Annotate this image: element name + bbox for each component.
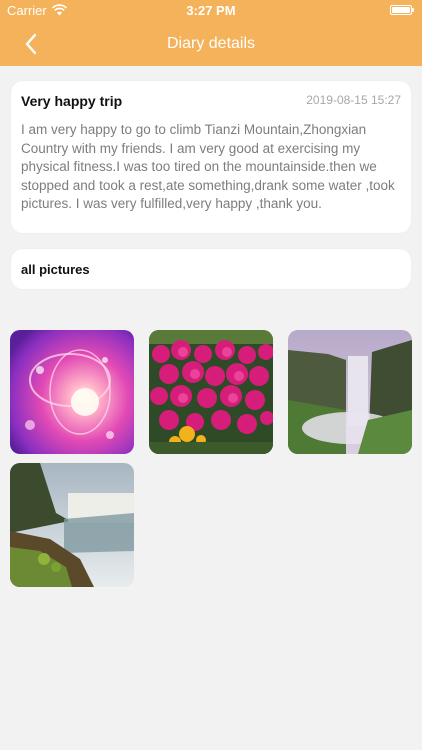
diary-date: 2019-08-15 15:27 [306,93,401,107]
diary-body: I am very happy to go to climb Tianzi Mo… [21,122,395,212]
top-bar: Carrier 3:27 PM Diary details [0,0,422,66]
photo-thumbnail-1[interactable] [10,330,134,454]
pictures-label: all pictures [21,262,90,277]
diary-title: Very happy trip [21,93,123,109]
flowers-photo [149,330,273,454]
page-title: Diary details [166,35,256,52]
diary-card: Very happy trip 2019-08-15 15:27 I am ve… [11,81,411,233]
photo-thumbnail-4[interactable] [10,463,134,587]
status-time: 3:27 PM [186,3,236,18]
pink-light-photo [10,330,134,454]
navigation-bar: Diary details [0,22,422,66]
battery-icon [390,5,414,15]
status-bar: Carrier 3:27 PM [0,0,422,22]
waterfall-cliff-photo [10,463,134,587]
pictures-header: all pictures [11,249,411,289]
photo-thumbnail-2[interactable] [149,330,273,454]
photo-thumbnail-3[interactable] [288,330,412,454]
waterfall-photo [288,330,412,454]
